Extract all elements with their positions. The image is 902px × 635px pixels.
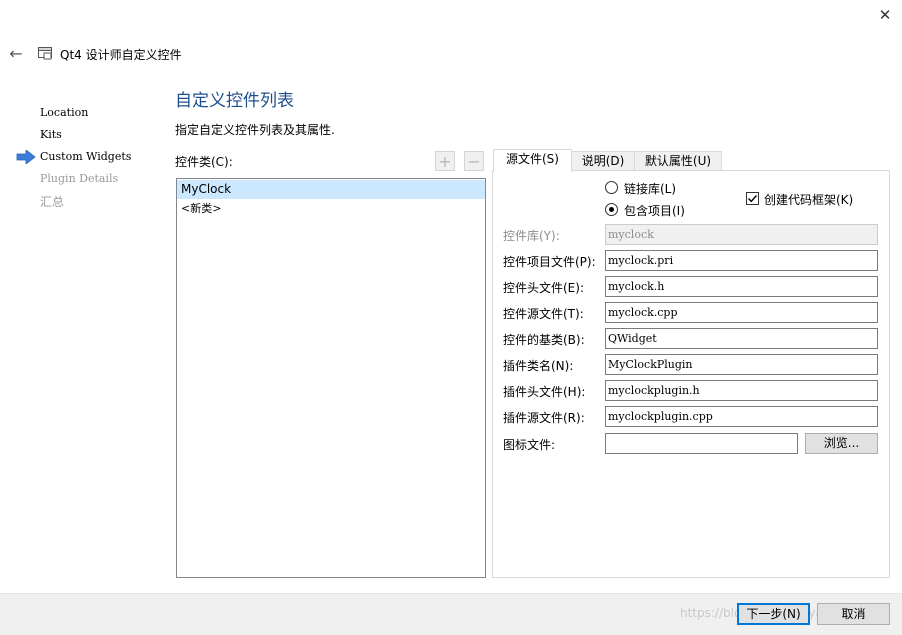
- close-button[interactable]: ✕: [872, 4, 898, 26]
- add-class-button[interactable]: +: [435, 151, 455, 171]
- current-step-arrow-icon: [16, 149, 36, 167]
- include-project-label: 包含项目(I): [624, 204, 685, 218]
- step-kits: Kits: [40, 128, 62, 141]
- link-library-radio[interactable]: [605, 181, 618, 194]
- widget-source-file-field[interactable]: myclock.cpp: [605, 302, 878, 323]
- widget-project-file-field[interactable]: myclock.pri: [605, 250, 878, 271]
- icon-file-field[interactable]: [605, 433, 798, 454]
- remove-class-button[interactable]: −: [464, 151, 484, 171]
- link-library-label: 链接库(L): [624, 182, 677, 196]
- include-project-radio[interactable]: [605, 203, 618, 216]
- widget-classes-label: 控件类(C):: [175, 155, 233, 169]
- window-title: Qt4 设计师自定义控件: [60, 48, 182, 62]
- checkmark-icon: [748, 195, 758, 203]
- plugin-class-name-label: 插件类名(N):: [503, 359, 574, 373]
- widget-header-file-label: 控件头文件(E):: [503, 281, 584, 295]
- close-icon: ✕: [878, 6, 892, 24]
- back-arrow-icon: ←: [9, 43, 23, 63]
- widget-class-list[interactable]: MyClock <新类>: [176, 178, 486, 578]
- widget-library-label: 控件库(Y):: [503, 229, 560, 243]
- widget-base-class-field[interactable]: QWidget: [605, 328, 878, 349]
- icon-file-label: 图标文件:: [503, 438, 556, 452]
- cancel-button[interactable]: 取消: [817, 603, 890, 625]
- step-plugin-details: Plugin Details: [40, 172, 119, 185]
- plugin-header-file-label: 插件头文件(H):: [503, 385, 586, 399]
- tab-source-files[interactable]: 源文件(S): [493, 149, 572, 172]
- widget-header-file-field[interactable]: myclock.h: [605, 276, 878, 297]
- create-skeleton-checkbox[interactable]: [746, 192, 759, 205]
- widget-base-class-label: 控件的基类(B):: [503, 333, 585, 347]
- plugin-source-file-field[interactable]: myclockplugin.cpp: [605, 406, 878, 427]
- widget-project-file-label: 控件项目文件(P):: [503, 255, 596, 269]
- tab-default-properties[interactable]: 默认属性(U): [634, 151, 722, 171]
- widget-library-field: myclock: [605, 224, 878, 245]
- list-item[interactable]: MyClock: [177, 180, 485, 199]
- back-button[interactable]: ←: [6, 43, 26, 63]
- page-subtitle: 指定自定义控件列表及其属性.: [175, 123, 335, 137]
- list-item[interactable]: <新类>: [177, 199, 485, 218]
- widget-source-file-label: 控件源文件(T):: [503, 307, 584, 321]
- wizard-icon: [38, 47, 52, 60]
- plugin-header-file-field[interactable]: myclockplugin.h: [605, 380, 878, 401]
- page-title: 自定义控件列表: [175, 91, 294, 111]
- create-skeleton-label: 创建代码框架(K): [764, 193, 854, 207]
- step-summary: 汇总: [40, 195, 65, 209]
- plus-icon: +: [438, 151, 452, 171]
- tab-description[interactable]: 说明(D): [571, 151, 635, 171]
- step-custom-widgets: Custom Widgets: [40, 150, 132, 163]
- browse-button[interactable]: 浏览...: [805, 433, 878, 454]
- plugin-class-name-field[interactable]: MyClockPlugin: [605, 354, 878, 375]
- next-button[interactable]: 下一步(N): [737, 603, 810, 625]
- plugin-source-file-label: 插件源文件(R):: [503, 411, 585, 425]
- step-location: Location: [40, 106, 89, 119]
- minus-icon: −: [467, 151, 481, 171]
